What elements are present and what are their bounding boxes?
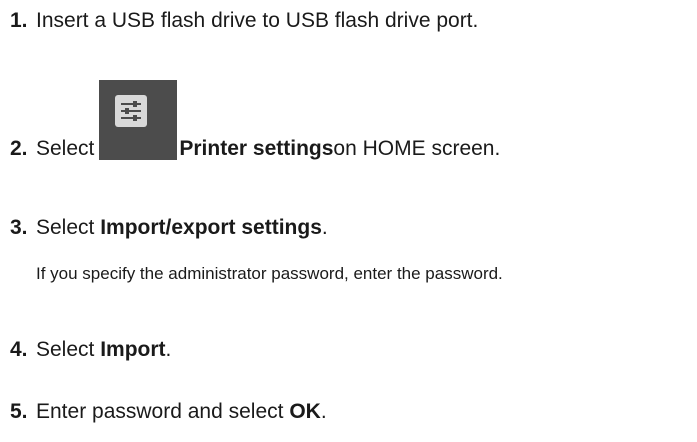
step-text: Insert a USB flash drive to USB flash dr…: [36, 9, 479, 32]
printer-settings-icon: [99, 80, 178, 160]
step-text-bold: OK: [289, 400, 321, 423]
step-text-bold: Printer settings: [179, 137, 334, 160]
step-number: 4.: [10, 338, 28, 361]
step-5: 5. Enter password and select OK.: [10, 399, 327, 425]
step-text-post: .: [321, 216, 328, 239]
step-text-pre: Enter password and select: [36, 400, 290, 423]
step-number: 5.: [10, 400, 28, 423]
step-number: 3.: [10, 216, 28, 239]
step-text-post: .: [165, 338, 172, 361]
step-3: 3. Select Import/export settings.: [10, 215, 328, 241]
step-text-pre: Select: [36, 338, 101, 361]
step-number: 2.: [10, 137, 28, 160]
step-text-post: on HOME screen.: [333, 137, 501, 160]
step-number: 1.: [10, 9, 28, 32]
step-text-pre: Select: [36, 137, 95, 160]
step-3-note: If you specify the administrator passwor…: [36, 264, 503, 283]
step-text-bold: Import: [100, 338, 166, 361]
step-text-pre: Select: [36, 216, 101, 239]
sliders-icon: [115, 95, 148, 127]
step-text-post: .: [320, 400, 327, 423]
step-1: 1. Insert a USB flash drive to USB flash …: [10, 8, 478, 34]
step-2: 2. Select Printer settings on HOME screen…: [10, 80, 500, 160]
step-text-bold: Import/export settings: [100, 216, 322, 239]
step-4: 4. Select Import.: [10, 337, 171, 363]
